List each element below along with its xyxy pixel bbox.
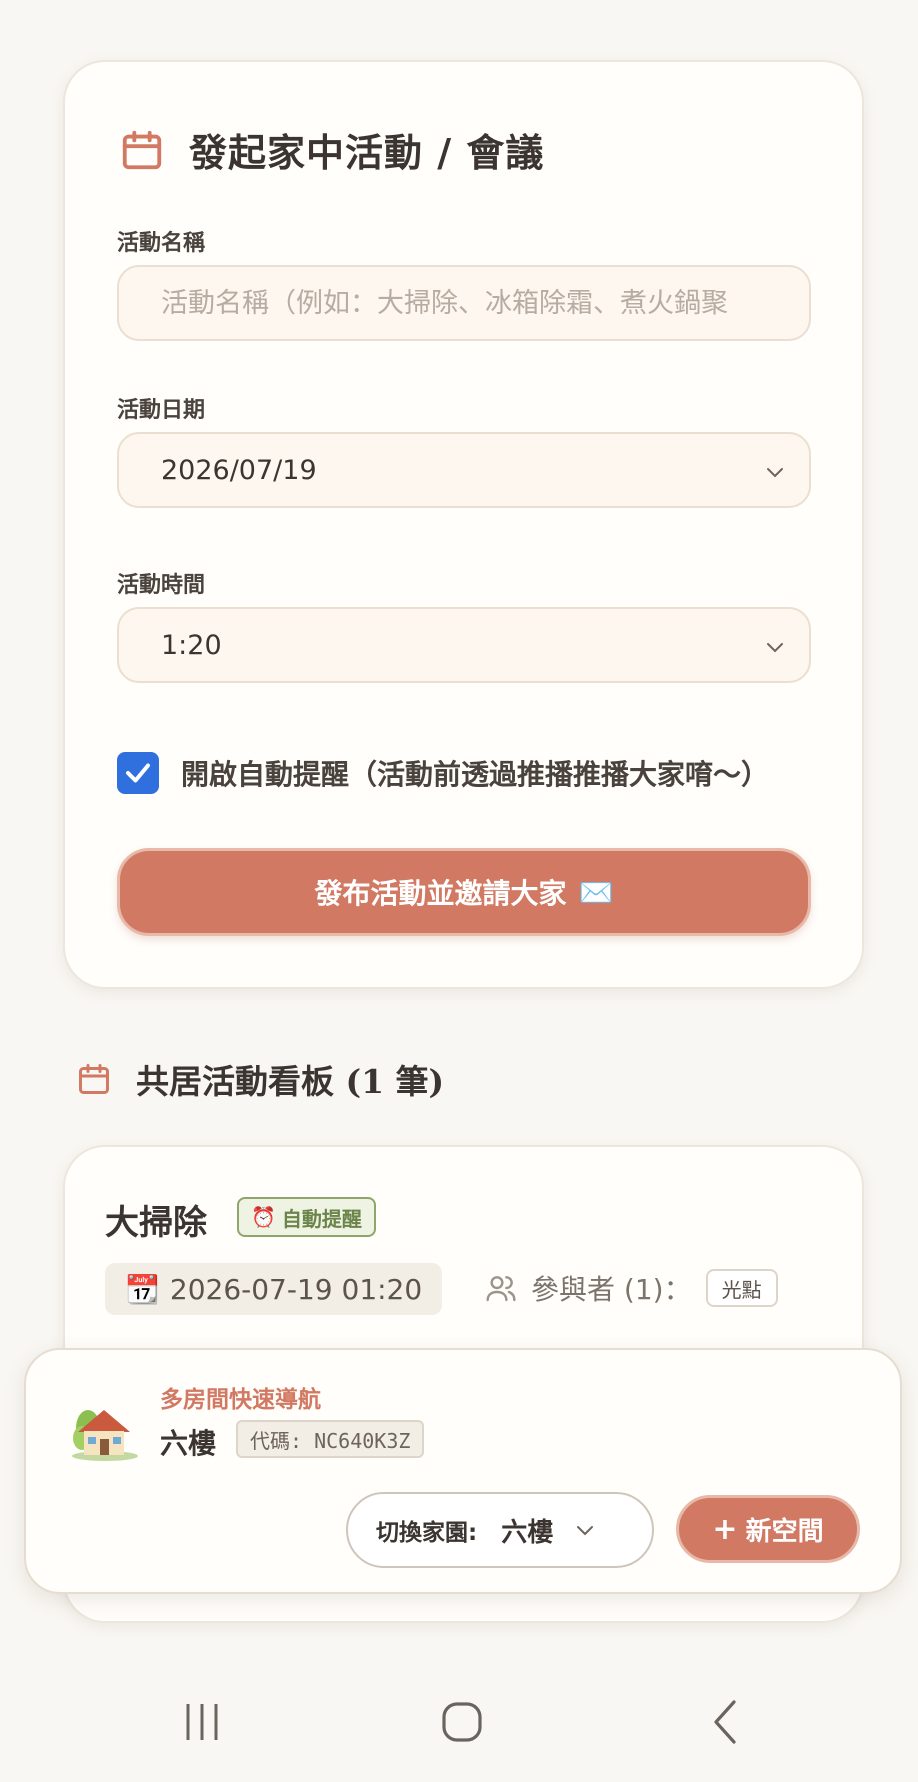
reminder-label: 開啟自動提醒（活動前透過推播推播大家唷～）: [181, 758, 770, 791]
checkmark-icon: [126, 763, 150, 783]
event-name-input[interactable]: [161, 287, 767, 319]
publish-event-label: 發布活動並邀請大家: [314, 877, 567, 910]
new-space-button[interactable]: + 新空間: [676, 1495, 860, 1563]
auto-reminder-badge: ⏰ 自動提醒: [237, 1197, 376, 1237]
event-datetime-chip: 📆 2026-07-19 01:20: [105, 1263, 443, 1315]
form-title: 發起家中活動 / 會議: [189, 130, 545, 175]
current-space-name: 六樓: [160, 1427, 217, 1460]
participant-chip: 光點: [705, 1269, 778, 1307]
reminder-toggle-row[interactable]: 開啟自動提醒（活動前透過推播推播大家唷～）: [117, 752, 769, 794]
board-header: 共居活動看板 (1 筆): [76, 1055, 444, 1103]
room-navigation-panel: 多房間快速導航 六樓 代碼: NC640K3Z 切換家園: 六樓 + 新空間: [24, 1348, 902, 1594]
create-event-card: 發起家中活動 / 會議 活動名稱 活動日期 2026/07/19 活動時間 1:…: [63, 60, 864, 989]
calendar-icon: [122, 130, 162, 169]
switch-home-value: 六樓: [501, 1517, 554, 1548]
switch-home-label: 切換家園:: [376, 1520, 478, 1546]
event-date-value: 2026/07/19: [161, 454, 317, 486]
event-name-field[interactable]: [117, 265, 811, 341]
house-icon: [72, 1410, 138, 1461]
event-title: 大掃除: [105, 1203, 207, 1243]
chevron-down-icon: [577, 1526, 594, 1536]
recent-apps-icon[interactable]: [180, 1700, 224, 1744]
new-space-label: 新空間: [745, 1516, 824, 1547]
space-code-badge: 代碼: NC640K3Z: [236, 1420, 425, 1458]
quick-nav-subtitle: 多房間快速導航: [160, 1387, 321, 1413]
calendar-emoji-icon: 📆: [125, 1272, 160, 1306]
participants-row: 參與者 (1)： 光點: [485, 1268, 778, 1308]
form-header: 發起家中活動 / 會議: [119, 122, 544, 177]
board-title: 共居活動看板 (1 筆): [136, 1062, 445, 1101]
calendar-icon: [79, 1064, 109, 1094]
switch-home-select[interactable]: 切換家園: 六樓: [346, 1492, 654, 1568]
auto-reminder-text: 自動提醒: [281, 1206, 362, 1231]
event-time-value: 1:20: [161, 629, 222, 661]
event-name-label: 活動名稱: [117, 231, 206, 256]
event-time-select[interactable]: 1:20: [117, 607, 811, 683]
event-datetime: 2026-07-19 01:20: [169, 1272, 423, 1306]
event-time-label: 活動時間: [117, 573, 206, 598]
chevron-down-icon: [767, 643, 783, 653]
alarm-clock-icon: ⏰: [251, 1205, 276, 1229]
event-date-label: 活動日期: [117, 398, 206, 423]
reminder-checkbox[interactable]: [117, 752, 159, 794]
chevron-down-icon: [767, 468, 783, 478]
plus-icon: +: [712, 1511, 738, 1547]
users-icon: [486, 1276, 516, 1302]
back-icon[interactable]: [704, 1700, 748, 1744]
participants-label: 參與者 (1)：: [531, 1273, 692, 1306]
publish-event-button[interactable]: 發布活動並邀請大家 ✉️: [117, 848, 811, 936]
home-icon[interactable]: [440, 1700, 484, 1744]
envelope-icon: ✉️: [578, 875, 614, 909]
event-date-select[interactable]: 2026/07/19: [117, 432, 811, 508]
